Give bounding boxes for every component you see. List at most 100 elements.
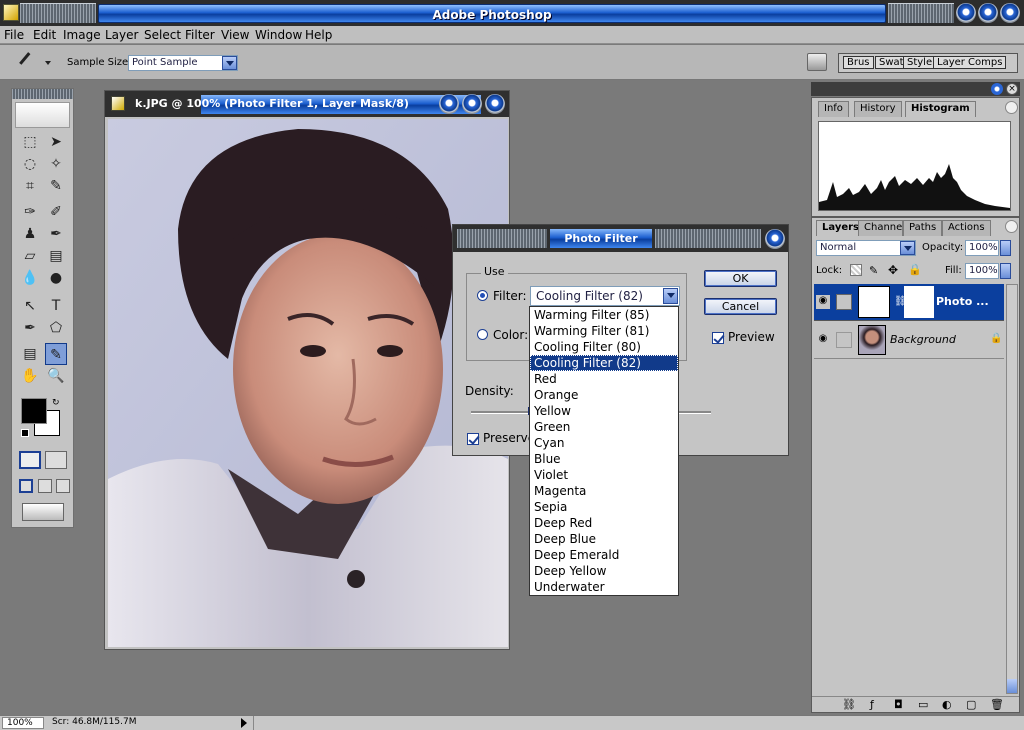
filter-option[interactable]: Magenta xyxy=(530,483,678,499)
new-layer-icon[interactable]: ▢ xyxy=(966,698,976,711)
eye-icon[interactable]: ◉ xyxy=(816,333,830,347)
notes-tool-icon[interactable]: ▤ xyxy=(19,343,41,365)
healing-brush-tool-icon[interactable]: ✑ xyxy=(19,201,41,223)
scroll-down-arrow-icon[interactable] xyxy=(1007,679,1017,693)
menu-view[interactable]: View xyxy=(221,28,249,42)
fill-input[interactable]: 100% xyxy=(965,263,999,279)
menu-edit[interactable]: Edit xyxy=(33,28,56,42)
menu-layer[interactable]: Layer xyxy=(105,28,138,42)
ok-button[interactable]: OK xyxy=(704,270,777,287)
chevron-down-icon[interactable] xyxy=(663,288,678,304)
filter-select[interactable]: Cooling Filter (82) xyxy=(530,286,680,306)
filter-option[interactable]: Green xyxy=(530,419,678,435)
lock-all-icon[interactable]: 🔒 xyxy=(908,263,922,276)
feather-logo-icon[interactable] xyxy=(15,102,70,128)
menu-help[interactable]: Help xyxy=(305,28,332,42)
move-tool-icon[interactable]: ➤ xyxy=(45,131,67,153)
new-adjustment-icon[interactable]: ◐ xyxy=(942,698,952,711)
eyedropper-icon[interactable] xyxy=(19,52,39,72)
filter-option[interactable]: Cooling Filter (82) xyxy=(530,355,678,371)
standard-mode-icon[interactable] xyxy=(19,451,41,469)
eyedropper-tool-icon[interactable]: ✎ xyxy=(45,343,67,365)
history-brush-tool-icon[interactable]: ✒ xyxy=(45,223,67,245)
tab-actions[interactable]: Actions xyxy=(942,220,991,236)
dodge-tool-icon[interactable]: ● xyxy=(45,267,67,289)
chevron-down-icon[interactable] xyxy=(222,56,237,70)
quick-mask-mode-icon[interactable] xyxy=(45,451,67,469)
dialog-title-bar[interactable]: Photo Filter xyxy=(453,225,788,252)
foreground-color-swatch[interactable] xyxy=(21,398,47,424)
path-selection-tool-icon[interactable]: ↖ xyxy=(19,295,41,317)
filter-option[interactable]: Deep Red xyxy=(530,515,678,531)
tab-channels[interactable]: Channels xyxy=(858,220,903,236)
filter-option[interactable]: Red xyxy=(530,371,678,387)
filter-radio[interactable] xyxy=(477,290,488,301)
filter-option[interactable]: Deep Yellow xyxy=(530,563,678,579)
document-title-bar[interactable]: k.JPG @ 100% (Photo Filter 1, Layer Mask… xyxy=(105,91,509,117)
magic-wand-tool-icon[interactable]: ✧ xyxy=(45,153,67,175)
filter-option[interactable]: Blue xyxy=(530,451,678,467)
maximize-icon[interactable] xyxy=(978,3,998,23)
type-tool-icon[interactable]: T xyxy=(45,295,67,317)
layers-scrollbar[interactable] xyxy=(1006,284,1018,694)
layer-row-photo-filter[interactable]: ◉ ⛓ Photo ... xyxy=(814,284,1004,321)
sample-size-select[interactable]: Point Sample xyxy=(128,55,238,71)
chevron-down-icon[interactable] xyxy=(900,241,915,255)
menu-file[interactable]: File xyxy=(4,28,24,42)
doc-maximize-icon[interactable] xyxy=(462,94,482,114)
screen-mode-full-menu-icon[interactable] xyxy=(38,479,52,493)
panel-close-icon[interactable]: × xyxy=(1006,83,1018,95)
filter-option[interactable]: Orange xyxy=(530,387,678,403)
eraser-tool-icon[interactable]: ▱ xyxy=(19,245,41,267)
crop-tool-icon[interactable]: ⌗ xyxy=(19,175,41,197)
doc-close-icon[interactable] xyxy=(485,94,505,114)
screen-mode-standard-icon[interactable] xyxy=(19,479,33,493)
color-radio[interactable] xyxy=(477,329,488,340)
swap-colors-icon[interactable]: ↻ xyxy=(52,398,60,408)
zoom-field[interactable]: 100% xyxy=(2,717,44,729)
layer-row-background[interactable]: ◉ Background 🔒 xyxy=(814,322,1004,359)
dialog-close-icon[interactable] xyxy=(765,229,785,249)
filter-option[interactable]: Deep Blue xyxy=(530,531,678,547)
palette-well-icon[interactable] xyxy=(807,53,827,71)
zoom-tool-icon[interactable]: 🔍 xyxy=(45,365,67,387)
well-tab-brushes[interactable]: Brus xyxy=(843,56,874,69)
shape-tool-icon[interactable]: ⬠ xyxy=(45,317,67,339)
marquee-tool-icon[interactable]: ⬚ xyxy=(19,131,41,153)
menu-image[interactable]: Image xyxy=(63,28,101,42)
opacity-input[interactable]: 100% xyxy=(965,240,999,256)
panel-menu-icon[interactable] xyxy=(1005,101,1018,114)
layer-name[interactable]: Photo ... xyxy=(936,295,989,308)
slice-tool-icon[interactable]: ✎ xyxy=(45,175,67,197)
filter-option[interactable]: Yellow xyxy=(530,403,678,419)
lock-transparent-icon[interactable] xyxy=(850,264,862,276)
document-canvas[interactable] xyxy=(108,119,508,647)
filter-option[interactable]: Sepia xyxy=(530,499,678,515)
pen-tool-icon[interactable]: ✒ xyxy=(19,317,41,339)
screen-mode-full-icon[interactable] xyxy=(56,479,70,493)
filter-option[interactable]: Warming Filter (85) xyxy=(530,307,678,323)
lock-position-icon[interactable]: ✥ xyxy=(888,263,898,277)
filter-option[interactable]: Underwater xyxy=(530,579,678,595)
tab-histogram[interactable]: Histogram xyxy=(905,101,976,117)
default-colors-icon[interactable] xyxy=(21,429,29,437)
preview-checkbox[interactable] xyxy=(712,332,724,344)
well-tab-layer-comps[interactable]: Layer Comps xyxy=(933,56,1007,69)
tool-preset-arrow-icon[interactable] xyxy=(45,61,51,65)
add-mask-icon[interactable]: ◘ xyxy=(894,698,903,711)
panel-menu-icon[interactable] xyxy=(1005,220,1018,233)
preserve-luminosity-checkbox[interactable] xyxy=(467,433,479,445)
app-icon[interactable] xyxy=(3,4,19,21)
close-icon[interactable] xyxy=(1000,3,1020,23)
menu-filter[interactable]: Filter xyxy=(185,28,215,42)
filter-option[interactable]: Cyan xyxy=(530,435,678,451)
tab-paths[interactable]: Paths xyxy=(903,220,943,236)
layer-mask-thumbnail[interactable] xyxy=(904,286,934,318)
toolbox-grip[interactable] xyxy=(12,89,73,99)
menu-select[interactable]: Select xyxy=(144,28,181,42)
layer-link-box[interactable] xyxy=(836,294,852,310)
fill-slider-button[interactable] xyxy=(1000,263,1011,279)
tab-info[interactable]: Info xyxy=(818,101,849,117)
status-menu-arrow-icon[interactable] xyxy=(241,718,247,728)
filter-option[interactable]: Cooling Filter (80) xyxy=(530,339,678,355)
